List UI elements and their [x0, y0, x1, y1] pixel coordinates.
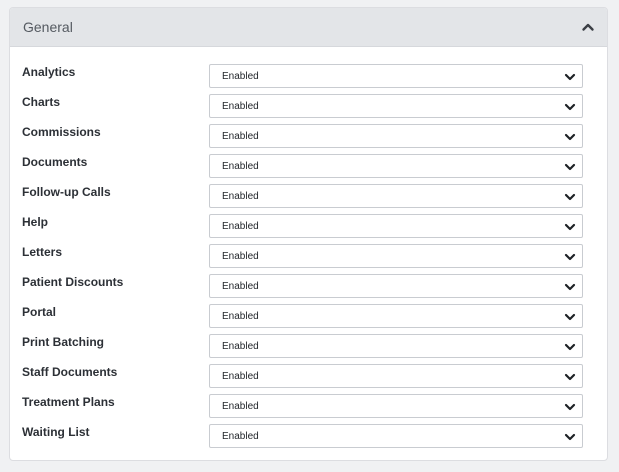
- select-value: Enabled: [222, 400, 259, 412]
- charts-select[interactable]: Enabled: [209, 94, 583, 118]
- chevron-up-icon[interactable]: [581, 20, 595, 34]
- select-value: Enabled: [222, 370, 259, 382]
- select-value: Enabled: [222, 340, 259, 352]
- panel-header[interactable]: General: [10, 8, 607, 47]
- setting-row-documents: Documents Enabled: [10, 150, 607, 180]
- setting-label: Commissions: [22, 125, 101, 139]
- letters-select[interactable]: Enabled: [209, 244, 583, 268]
- setting-row-staff-documents: Staff Documents Enabled: [10, 360, 607, 390]
- setting-row-help: Help Enabled: [10, 210, 607, 240]
- select-value: Enabled: [222, 160, 259, 172]
- setting-label: Analytics: [22, 65, 76, 79]
- setting-row-patient-discounts: Patient Discounts Enabled: [10, 270, 607, 300]
- chevron-down-icon: [564, 70, 576, 82]
- print-batching-select[interactable]: Enabled: [209, 334, 583, 358]
- select-value: Enabled: [222, 100, 259, 112]
- chevron-down-icon: [564, 310, 576, 322]
- setting-label: Patient Discounts: [22, 275, 124, 289]
- chevron-down-icon: [564, 190, 576, 202]
- select-value: Enabled: [222, 70, 259, 82]
- patient-discounts-select[interactable]: Enabled: [209, 274, 583, 298]
- help-select[interactable]: Enabled: [209, 214, 583, 238]
- setting-label: Charts: [22, 95, 61, 109]
- general-settings-panel: General Analytics Enabled Charts Enabled…: [9, 7, 608, 461]
- chevron-down-icon: [564, 340, 576, 352]
- setting-row-charts: Charts Enabled: [10, 90, 607, 120]
- setting-row-analytics: Analytics Enabled: [10, 60, 607, 90]
- chevron-down-icon: [564, 100, 576, 112]
- setting-label: Print Batching: [22, 335, 105, 349]
- setting-label: Help: [22, 215, 49, 229]
- select-value: Enabled: [222, 220, 259, 232]
- chevron-down-icon: [564, 130, 576, 142]
- select-value: Enabled: [222, 430, 259, 442]
- setting-label: Letters: [22, 245, 63, 259]
- chevron-down-icon: [564, 400, 576, 412]
- chevron-down-icon: [564, 430, 576, 442]
- setting-label: Portal: [22, 305, 57, 319]
- select-value: Enabled: [222, 130, 259, 142]
- select-value: Enabled: [222, 280, 259, 292]
- setting-label: Documents: [22, 155, 88, 169]
- chevron-down-icon: [564, 280, 576, 292]
- setting-row-waiting-list: Waiting List Enabled: [10, 420, 607, 450]
- chevron-down-icon: [564, 220, 576, 232]
- setting-row-letters: Letters Enabled: [10, 240, 607, 270]
- setting-label: Staff Documents: [22, 365, 118, 379]
- waiting-list-select[interactable]: Enabled: [209, 424, 583, 448]
- select-value: Enabled: [222, 190, 259, 202]
- select-value: Enabled: [222, 250, 259, 262]
- select-value: Enabled: [222, 310, 259, 322]
- setting-row-portal: Portal Enabled: [10, 300, 607, 330]
- portal-select[interactable]: Enabled: [209, 304, 583, 328]
- setting-label: Waiting List: [22, 425, 90, 439]
- chevron-down-icon: [564, 370, 576, 382]
- setting-row-commissions: Commissions Enabled: [10, 120, 607, 150]
- commissions-select[interactable]: Enabled: [209, 124, 583, 148]
- chevron-down-icon: [564, 250, 576, 262]
- setting-row-treatment-plans: Treatment Plans Enabled: [10, 390, 607, 420]
- documents-select[interactable]: Enabled: [209, 154, 583, 178]
- setting-row-print-batching: Print Batching Enabled: [10, 330, 607, 360]
- analytics-select[interactable]: Enabled: [209, 64, 583, 88]
- treatment-plans-select[interactable]: Enabled: [209, 394, 583, 418]
- staff-documents-select[interactable]: Enabled: [209, 364, 583, 388]
- chevron-down-icon: [564, 160, 576, 172]
- settings-list: Analytics Enabled Charts Enabled Commiss…: [10, 47, 607, 450]
- follow-up-calls-select[interactable]: Enabled: [209, 184, 583, 208]
- setting-label: Follow-up Calls: [22, 185, 111, 199]
- setting-label: Treatment Plans: [22, 395, 115, 409]
- setting-row-follow-up-calls: Follow-up Calls Enabled: [10, 180, 607, 210]
- panel-title: General: [23, 19, 73, 35]
